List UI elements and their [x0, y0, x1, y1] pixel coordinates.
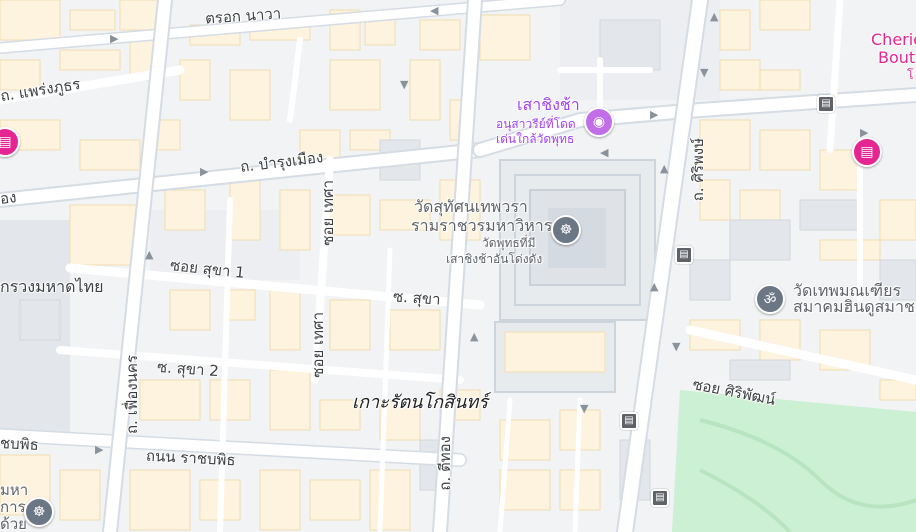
road-label-soi-thetsa: ซอย เทศา	[309, 312, 327, 378]
svg-text:▲: ▲	[660, 162, 669, 175]
svg-text:▼: ▼	[672, 340, 681, 353]
poi-ministry-name[interactable]: กรวงมหาดไทย	[0, 278, 104, 295]
svg-text:▲: ▲	[710, 10, 719, 23]
poi-giant-swing-name[interactable]: เสาชิงช้า	[517, 96, 580, 113]
poi-giant-swing-desc-2: เด่นใกล้วัดพุทธ	[496, 132, 575, 146]
poi-bottom-left-name-1[interactable]: มหา	[0, 482, 28, 499]
svg-text:◀: ◀	[600, 146, 609, 159]
poi-wat-suthat-name-1[interactable]: วัดสุทัศนเทพวรา	[414, 198, 528, 215]
poi-cherie-name-1[interactable]: Cherie	[871, 31, 916, 49]
map-view[interactable]: ◀ ▶ ▼ ◀ ▶ ▼ ▲ ▲ ▲ ▲ ▲ ▼ ▲ ▶ ▼ ▶ ▶ เกาะรัตนโกสินท…	[0, 0, 916, 532]
svg-text:◀: ◀	[430, 4, 439, 17]
poi-bottom-left-name-2[interactable]: การ	[0, 499, 26, 516]
road-label-tithong: ถ. ตีทอง	[436, 436, 454, 491]
svg-text:▼: ▼	[580, 402, 589, 415]
dharma-wheel-icon[interactable]: ☸	[551, 215, 581, 245]
poi-cherie-name-2[interactable]: Bout	[878, 49, 915, 67]
svg-text:▶: ▶	[110, 32, 119, 45]
poi-wat-suthat-desc-2: เสาชิงช้าอันโด่งดัง	[446, 252, 543, 266]
road-label-ratchabophit-left: ชบพิธ	[0, 433, 40, 455]
bus-stop-icon[interactable]: ▤	[651, 489, 669, 507]
camera-icon[interactable]: ◉	[584, 107, 614, 137]
hotel-icon[interactable]: ▤	[852, 137, 882, 167]
bus-stop-icon[interactable]: ▤	[817, 95, 835, 113]
map-base-layer: ◀▶ ▼◀ ▶▼ ▲▲ ▲▲ ▲▼ ▲▶ ▼▶ ▶	[0, 0, 916, 532]
road-label-soi-thetsa-top: ซอย เทศา	[319, 180, 337, 246]
poi-cherie-name-3: โ	[907, 68, 914, 82]
road-label-thanon-ratchabophit: ถนน ราชบพิธ	[145, 446, 237, 470]
svg-text:▶: ▶	[650, 108, 659, 121]
svg-text:▲: ▲	[650, 280, 659, 293]
svg-text:▶: ▶	[95, 443, 104, 456]
road-label-so-sukha-2: ซ. สุขา 2	[156, 357, 220, 381]
bus-stop-icon[interactable]: ▤	[620, 412, 638, 430]
poi-wat-suthat-desc-1: วัดพุทธที่มี	[482, 236, 536, 250]
area-label: เกาะรัตนโกสินทร์	[352, 392, 488, 413]
dharma-wheel-icon[interactable]: ☸	[24, 497, 54, 527]
svg-text:▲: ▲	[470, 330, 479, 343]
bus-stop-icon[interactable]: ▤	[675, 246, 693, 264]
poi-giant-swing-desc-1: อนุสาวรีย์ที่โดด	[496, 117, 576, 131]
om-icon[interactable]: ॐ	[755, 284, 785, 314]
road-label-mueang-left: อง	[0, 188, 18, 208]
road-label-fueang-nakhon: ถ. เฟื่องนคร	[123, 355, 141, 435]
svg-text:▼: ▼	[400, 78, 409, 91]
svg-text:▲: ▲	[145, 248, 154, 261]
road-label-siriphong: ถ. ศิริพงษ์	[689, 138, 707, 202]
svg-text:▼: ▼	[700, 66, 709, 79]
poi-wat-suthat-name-2[interactable]: รามราชวรมหาวิหาร	[411, 217, 552, 234]
poi-wat-thep-name-2[interactable]: สมาคมฮินดูสมาช	[793, 298, 915, 315]
road-label-so-sukha: ซ. สุขา	[392, 287, 442, 309]
svg-text:▶: ▶	[200, 165, 209, 178]
poi-bottom-left-name-3: ด้วย	[0, 515, 27, 532]
